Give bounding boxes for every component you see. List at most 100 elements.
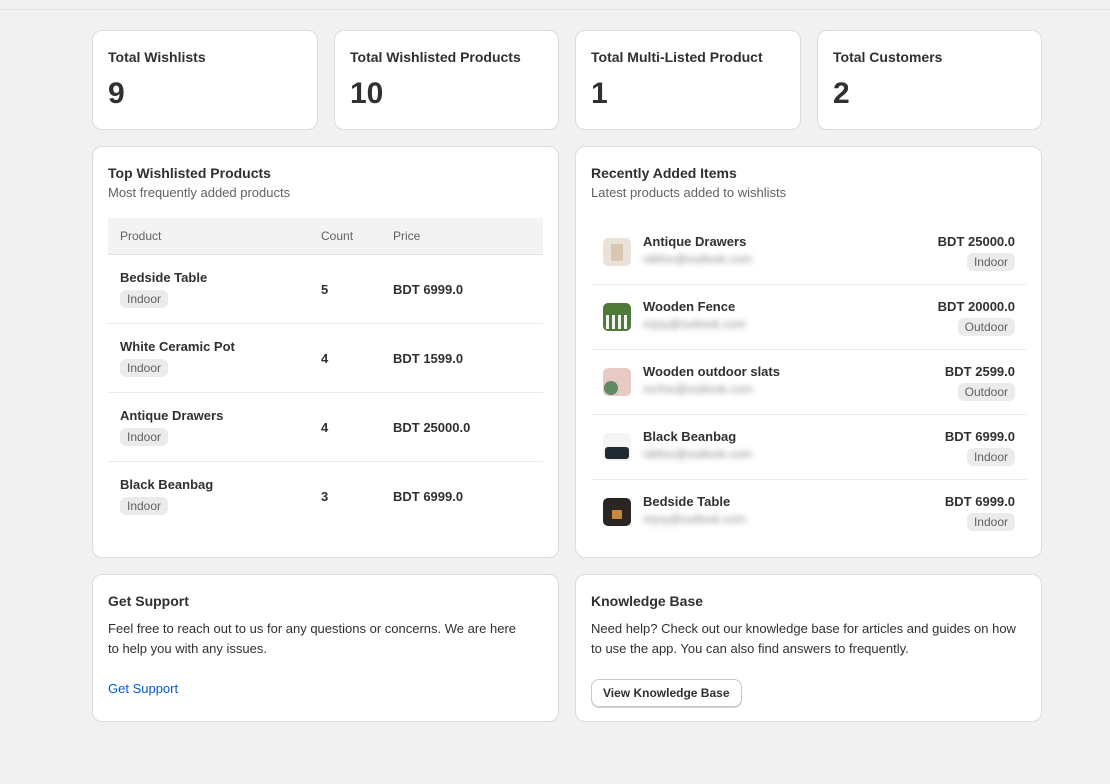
item-price: BDT 20000.0: [937, 299, 1015, 314]
thumb-shape: [618, 315, 621, 329]
category-badge: Indoor: [120, 497, 169, 515]
stat-card-total-wishlists: Total Wishlists 9: [92, 30, 318, 130]
thumb-shape: [612, 510, 622, 519]
list-item[interactable]: Antique Drawers nibfox@outlook.com BDT 2…: [591, 220, 1027, 285]
category-badge: Indoor: [966, 448, 1015, 466]
item-price: BDT 25000.0: [937, 234, 1015, 249]
item-name: Wooden Fence: [643, 299, 736, 314]
column-header-product: Product: [108, 218, 309, 255]
stat-card-total-multi-listed-product: Total Multi-Listed Product 1: [575, 30, 801, 130]
stat-value: 1: [591, 77, 608, 110]
count-cell: 4: [309, 392, 381, 462]
card-title: Get Support: [108, 593, 189, 609]
product-cell: Black Beanbag Indoor: [108, 462, 309, 531]
view-knowledge-base-button[interactable]: View Knowledge Base: [591, 679, 742, 707]
product-cell: Antique Drawers Indoor: [108, 392, 309, 462]
list-item[interactable]: Wooden outdoor slats ncrfox@outlook.com …: [591, 350, 1027, 415]
count-cell: 4: [309, 323, 381, 393]
stat-value: 10: [350, 77, 384, 110]
stat-value: 9: [108, 77, 125, 110]
product-thumbnail-image: [603, 303, 631, 331]
stat-label: Total Wishlisted Products: [350, 49, 521, 65]
product-name: White Ceramic Pot: [120, 339, 235, 354]
category-badge: Outdoor: [957, 318, 1015, 336]
list-item[interactable]: Bedside Table nrjoy@outlook.com BDT 6999…: [591, 480, 1027, 544]
product-thumbnail-image: [603, 368, 631, 396]
table-row[interactable]: Bedside Table Indoor 5 BDT 6999.0: [108, 254, 543, 324]
top-wishlisted-products-card: Top Wishlisted Products Most frequently …: [92, 146, 559, 558]
card-title: Top Wishlisted Products: [108, 165, 271, 181]
card-subtitle: Most frequently added products: [108, 185, 291, 200]
thumb-shape: [624, 315, 627, 329]
category-badge: Outdoor: [957, 383, 1015, 401]
product-thumbnail: [603, 238, 631, 266]
product-cell: White Ceramic Pot Indoor: [108, 323, 309, 393]
thumb-shape: [606, 315, 609, 329]
column-header-price: Price: [381, 218, 543, 255]
thumb-shape: [605, 447, 629, 459]
support-description: Feel free to reach out to us for any que…: [108, 621, 517, 656]
get-support-card: Get Support Feel free to reach out to us…: [92, 574, 559, 722]
product-name: Black Beanbag: [120, 477, 214, 492]
price-cell: BDT 25000.0: [381, 392, 543, 462]
product-thumbnail: [603, 303, 631, 331]
customer-email: ncrfox@outlook.com: [643, 382, 753, 396]
product-thumbnail-image: [603, 433, 631, 461]
card-title: Recently Added Items: [591, 165, 737, 181]
customer-email: nibfox@outlook.com: [643, 447, 752, 461]
category-badge: Indoor: [966, 513, 1015, 531]
product-thumbnail-image: [603, 238, 631, 266]
list-item[interactable]: Wooden Fence nrjoy@outlook.com BDT 20000…: [591, 285, 1027, 350]
stat-label: Total Multi-Listed Product: [591, 49, 763, 65]
thumb-shape: [612, 315, 615, 329]
thumb-shape: [611, 244, 623, 261]
stat-card-total-wishlisted-products: Total Wishlisted Products 10: [334, 30, 559, 130]
product-thumbnail: [603, 498, 631, 526]
item-name: Black Beanbag: [643, 429, 737, 444]
top-bar: [0, 0, 1110, 10]
item-price: BDT 6999.0: [944, 494, 1015, 509]
item-name: Wooden outdoor slats: [643, 364, 780, 379]
category-badge: Indoor: [120, 428, 169, 446]
column-header-count: Count: [309, 218, 381, 255]
table-row[interactable]: Black Beanbag Indoor 3 BDT 6999.0: [108, 462, 543, 531]
item-name: Bedside Table: [643, 494, 731, 509]
table-header-row: Product Count Price: [108, 218, 543, 255]
knowledge-base-card: Knowledge Base Need help? Check out our …: [575, 574, 1042, 722]
price-cell: BDT 1599.0: [381, 323, 543, 393]
top-products-table: Product Count Price Bedside Table Indoor…: [108, 218, 543, 530]
product-name: Bedside Table: [120, 270, 208, 285]
customer-email: nrjoy@outlook.com: [643, 512, 746, 526]
count-cell: 3: [321, 488, 329, 504]
price-cell: BDT 6999.0: [393, 488, 464, 504]
item-price: BDT 6999.0: [944, 429, 1015, 444]
stat-value: 2: [833, 77, 850, 110]
customer-email: nrjoy@outlook.com: [643, 317, 746, 331]
stat-label: Total Customers: [833, 49, 943, 65]
customer-email: nibfox@outlook.com: [643, 252, 752, 266]
product-thumbnail: [603, 433, 631, 461]
recently-added-items-card: Recently Added Items Latest products add…: [575, 146, 1042, 558]
item-name: Antique Drawers: [643, 234, 747, 249]
category-badge: Indoor: [120, 359, 169, 377]
get-support-link[interactable]: Get Support: [108, 681, 178, 696]
count-cell: 5: [309, 254, 381, 324]
category-badge: Indoor: [120, 290, 169, 308]
table-row[interactable]: Antique Drawers Indoor 4 BDT 25000.0: [108, 392, 543, 462]
list-item[interactable]: Black Beanbag nibfox@outlook.com BDT 699…: [591, 415, 1027, 480]
card-title: Knowledge Base: [591, 593, 704, 609]
stat-label: Total Wishlists: [108, 49, 206, 65]
stat-card-total-customers: Total Customers 2: [817, 30, 1042, 130]
thumb-shape: [604, 381, 618, 395]
price-cell: BDT 6999.0: [381, 254, 543, 324]
category-badge: Indoor: [966, 253, 1015, 271]
product-cell: Bedside Table Indoor: [108, 254, 309, 324]
product-thumbnail: [603, 368, 631, 396]
recent-items-list: Antique Drawers nibfox@outlook.com BDT 2…: [591, 220, 1027, 544]
product-name: Antique Drawers: [120, 408, 224, 423]
card-subtitle: Latest products added to wishlists: [591, 185, 787, 200]
knowledge-description: Need help? Check out our knowledge base …: [591, 621, 1016, 656]
item-price: BDT 2599.0: [944, 364, 1015, 379]
product-thumbnail-image: [603, 498, 631, 526]
table-row[interactable]: White Ceramic Pot Indoor 4 BDT 1599.0: [108, 323, 543, 393]
